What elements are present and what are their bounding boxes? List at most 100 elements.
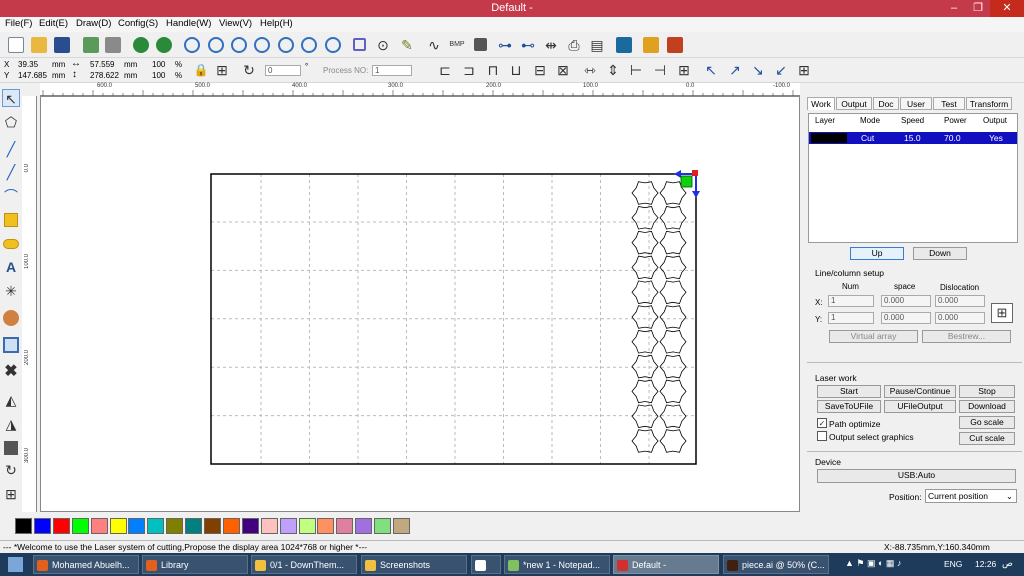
color-swatch[interactable] xyxy=(128,518,146,534)
layer-up-button[interactable]: Up xyxy=(850,247,904,260)
zoom-out-icon[interactable] xyxy=(231,37,247,53)
align-bottom-icon[interactable]: ⊔ xyxy=(507,61,525,79)
taskbar-item[interactable]: Mohamed Abuelh... xyxy=(33,555,139,574)
color-swatch[interactable] xyxy=(241,518,259,534)
color-swatch[interactable] xyxy=(204,518,221,534)
color-swatch[interactable] xyxy=(374,518,392,534)
monitor-icon[interactable] xyxy=(616,37,632,53)
array-settings-icon[interactable] xyxy=(667,37,683,53)
mirror-icon[interactable]: ⇹ xyxy=(542,36,560,54)
menu-handle[interactable]: Handle(W) xyxy=(166,18,211,29)
align-left-icon[interactable]: ⊏ xyxy=(436,61,454,79)
tab-test[interactable]: Test xyxy=(933,97,965,110)
rectangle-tool-icon[interactable] xyxy=(4,213,18,227)
layer-down-button[interactable]: Down xyxy=(913,247,967,260)
taskbar-item[interactable]: Screenshots xyxy=(361,555,467,574)
close-button[interactable]: ✕ xyxy=(990,0,1024,17)
y-value[interactable]: 147.685 xyxy=(18,71,47,81)
color-swatch[interactable] xyxy=(260,518,278,534)
color-swatch[interactable] xyxy=(336,518,354,534)
tab-work[interactable]: Work xyxy=(807,97,835,110)
taskbar-item[interactable]: Library xyxy=(142,555,248,574)
delete-tool-icon[interactable]: ✖ xyxy=(2,363,20,381)
height-value[interactable]: 278.622 xyxy=(90,71,119,81)
undo-icon[interactable] xyxy=(133,37,149,53)
width-value[interactable]: 57.559 xyxy=(90,60,114,70)
same-width-icon[interactable]: ⊢ xyxy=(627,61,645,79)
minimize-button[interactable]: – xyxy=(942,0,966,17)
color-swatch[interactable] xyxy=(393,518,410,534)
ellipse-tool-icon[interactable] xyxy=(3,239,19,249)
color-swatch[interactable] xyxy=(109,518,127,534)
smooth-curve-icon[interactable]: ✎ xyxy=(398,36,416,54)
taskbar-item[interactable]: *new 1 - Notepad... xyxy=(504,555,610,574)
bitmap-icon[interactable]: BMP xyxy=(448,36,466,54)
distribute-h-icon[interactable]: ⇿ xyxy=(581,61,599,79)
same-size-icon[interactable]: ⊞ xyxy=(675,61,693,79)
move-center-icon[interactable]: ⊞ xyxy=(795,61,813,79)
pos-grid-icon[interactable]: ⊞ xyxy=(213,61,231,79)
drawing-canvas[interactable] xyxy=(40,96,800,512)
grid-tool-icon[interactable]: ⊞ xyxy=(2,485,20,503)
start-button[interactable] xyxy=(8,557,23,572)
output-tool-icon[interactable] xyxy=(4,441,18,455)
start-button[interactable]: Start xyxy=(817,385,881,398)
distribute-v-icon[interactable]: ⇕ xyxy=(604,61,622,79)
rotate-tool-icon[interactable]: ↻ xyxy=(2,461,20,479)
y-dislocation-input[interactable]: 0.000 xyxy=(935,312,985,324)
properties-icon[interactable]: ▤ xyxy=(588,36,606,54)
move-top-left-icon[interactable]: ↖ xyxy=(702,61,720,79)
color-swatch[interactable] xyxy=(15,518,32,534)
zoom-in-icon[interactable] xyxy=(184,37,200,53)
color-swatch[interactable] xyxy=(52,518,70,534)
layer-row[interactable]: Cut 15.0 70.0 Yes xyxy=(809,132,1017,144)
array-grid-icon[interactable]: ⊞ xyxy=(991,303,1013,323)
path-optimize-checkbox[interactable]: ✓ xyxy=(817,418,827,428)
virtual-array-button[interactable]: Virtual array xyxy=(829,330,918,343)
menu-config[interactable]: Config(S) xyxy=(118,18,158,29)
taskbar-item[interactable]: 0/1 - DownThem... xyxy=(251,555,357,574)
angle-input[interactable]: 0 xyxy=(265,65,301,76)
x-dislocation-input[interactable]: 0.000 xyxy=(935,295,985,307)
menu-draw[interactable]: Draw(D) xyxy=(76,18,111,29)
color-swatch[interactable] xyxy=(166,518,184,534)
scale-x-value[interactable]: 100 xyxy=(152,60,165,70)
scale-y-value[interactable]: 100 xyxy=(152,71,165,81)
color-swatch[interactable] xyxy=(317,518,335,534)
origin-marker[interactable] xyxy=(674,170,700,198)
y-num-input[interactable]: 1 xyxy=(828,312,874,324)
move-bottom-left-icon[interactable]: ↙ xyxy=(772,61,790,79)
color-swatch[interactable] xyxy=(147,518,165,534)
node-edit-icon[interactable]: ⊙ xyxy=(374,36,392,54)
curve-icon[interactable]: ∿ xyxy=(425,36,443,54)
zoom-plus-icon[interactable] xyxy=(208,37,224,53)
new-file-icon[interactable] xyxy=(8,37,24,53)
color-swatch[interactable] xyxy=(222,518,240,534)
align-center-v-icon[interactable]: ⊠ xyxy=(554,61,572,79)
language-indicator[interactable]: ENG xyxy=(944,559,962,569)
tab-user[interactable]: User xyxy=(900,97,932,110)
x-value[interactable]: 39.35 xyxy=(18,60,38,70)
color-swatch[interactable] xyxy=(298,518,316,534)
color-swatch[interactable] xyxy=(71,518,89,534)
menu-help[interactable]: Help(H) xyxy=(260,18,293,29)
pause-continue-button[interactable]: Pause/Continue xyxy=(884,385,956,398)
color-swatch[interactable] xyxy=(33,518,51,534)
ungroup-icon[interactable]: ⊷ xyxy=(519,36,537,54)
align-top-icon[interactable]: ⊓ xyxy=(484,61,502,79)
curve-tool-icon[interactable]: ⌒ xyxy=(2,187,20,205)
move-bottom-right-icon[interactable]: ↘ xyxy=(749,61,767,79)
mirror-v-tool-icon[interactable]: ◮ xyxy=(2,415,20,433)
array-icon[interactable] xyxy=(643,37,659,53)
array-tool-icon[interactable] xyxy=(3,337,19,353)
line-tool-icon[interactable]: ╱ xyxy=(2,140,20,158)
same-height-icon[interactable]: ⊣ xyxy=(651,61,669,79)
x-space-input[interactable]: 0.000 xyxy=(881,295,931,307)
menu-edit[interactable]: Edit(E) xyxy=(39,18,68,29)
taskbar-item[interactable]: Default - xyxy=(613,555,719,574)
cut-pattern[interactable] xyxy=(631,181,687,453)
align-center-h-icon[interactable]: ⊟ xyxy=(531,61,549,79)
y-space-input[interactable]: 0.000 xyxy=(881,312,931,324)
align-right-icon[interactable]: ⊐ xyxy=(460,61,478,79)
polyline-tool-icon[interactable]: ╱ xyxy=(2,163,20,181)
